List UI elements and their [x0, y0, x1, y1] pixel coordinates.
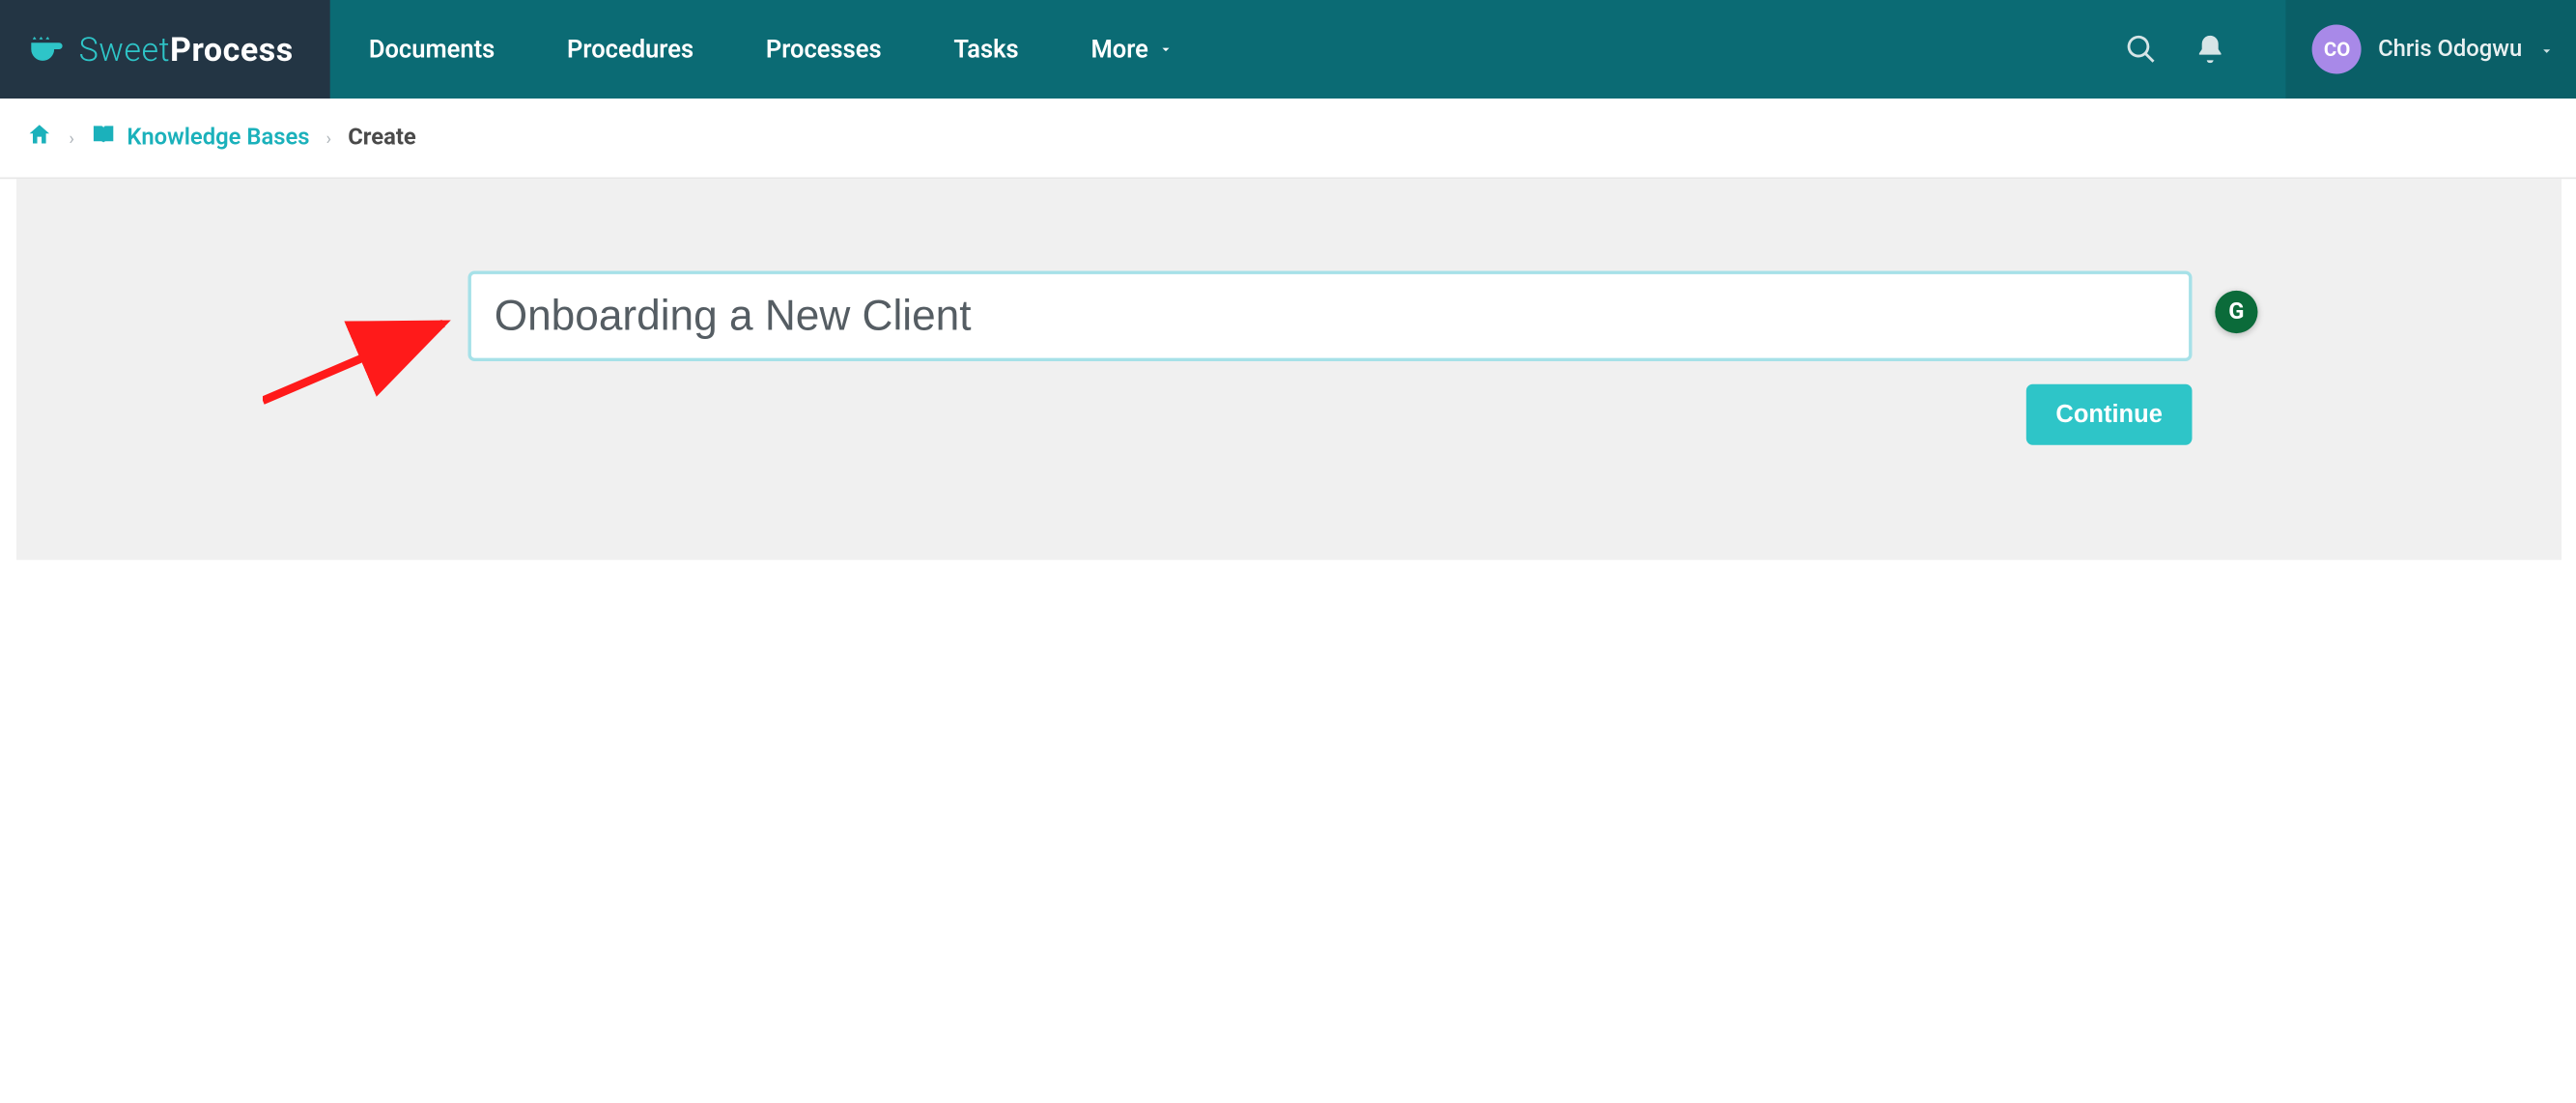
- chevron-down-icon: [2538, 34, 2555, 65]
- home-icon: [26, 122, 52, 155]
- user-name: Chris Odogwu: [2378, 36, 2522, 62]
- breadcrumb-current: Create: [348, 125, 416, 151]
- brand-text: SweetProcess: [79, 30, 294, 70]
- nav-tasks[interactable]: Tasks: [953, 35, 1018, 65]
- nav-right: CO Chris Odogwu: [2125, 0, 2576, 99]
- annotation-arrow: [263, 310, 476, 409]
- breadcrumb-sep: ›: [69, 127, 74, 149]
- avatar: CO: [2312, 25, 2362, 74]
- top-nav: SweetProcess Documents Procedures Proces…: [0, 0, 2576, 99]
- breadcrumb-home[interactable]: [26, 122, 52, 155]
- bell-icon[interactable]: [2194, 33, 2227, 66]
- nav-links: Documents Procedures Processes Tasks Mor…: [329, 0, 2125, 99]
- button-row: Continue: [468, 384, 2193, 445]
- breadcrumb: › Knowledge Bases › Create: [0, 99, 2576, 179]
- brand-logo[interactable]: SweetProcess: [0, 0, 329, 99]
- breadcrumb-kb-label: Knowledge Bases: [127, 125, 309, 151]
- main-content: G Continue: [16, 179, 2562, 559]
- book-icon: [91, 122, 117, 155]
- breadcrumb-knowledge-bases[interactable]: Knowledge Bases: [91, 122, 310, 155]
- grammarly-icon[interactable]: G: [2215, 291, 2257, 333]
- nav-procedures[interactable]: Procedures: [567, 35, 694, 65]
- chevron-down-icon: [1158, 35, 1175, 65]
- breadcrumb-sep: ›: [326, 127, 332, 149]
- nav-more[interactable]: More: [1090, 35, 1175, 65]
- nav-documents[interactable]: Documents: [369, 35, 495, 65]
- nav-processes[interactable]: Processes: [766, 35, 882, 65]
- title-input[interactable]: [468, 271, 2193, 362]
- create-form: G Continue: [468, 271, 2193, 445]
- search-icon[interactable]: [2125, 33, 2158, 66]
- user-menu[interactable]: CO Chris Odogwu: [2286, 0, 2576, 99]
- continue-button[interactable]: Continue: [2026, 384, 2193, 445]
- nav-more-label: More: [1090, 35, 1147, 65]
- cup-icon: [23, 26, 70, 72]
